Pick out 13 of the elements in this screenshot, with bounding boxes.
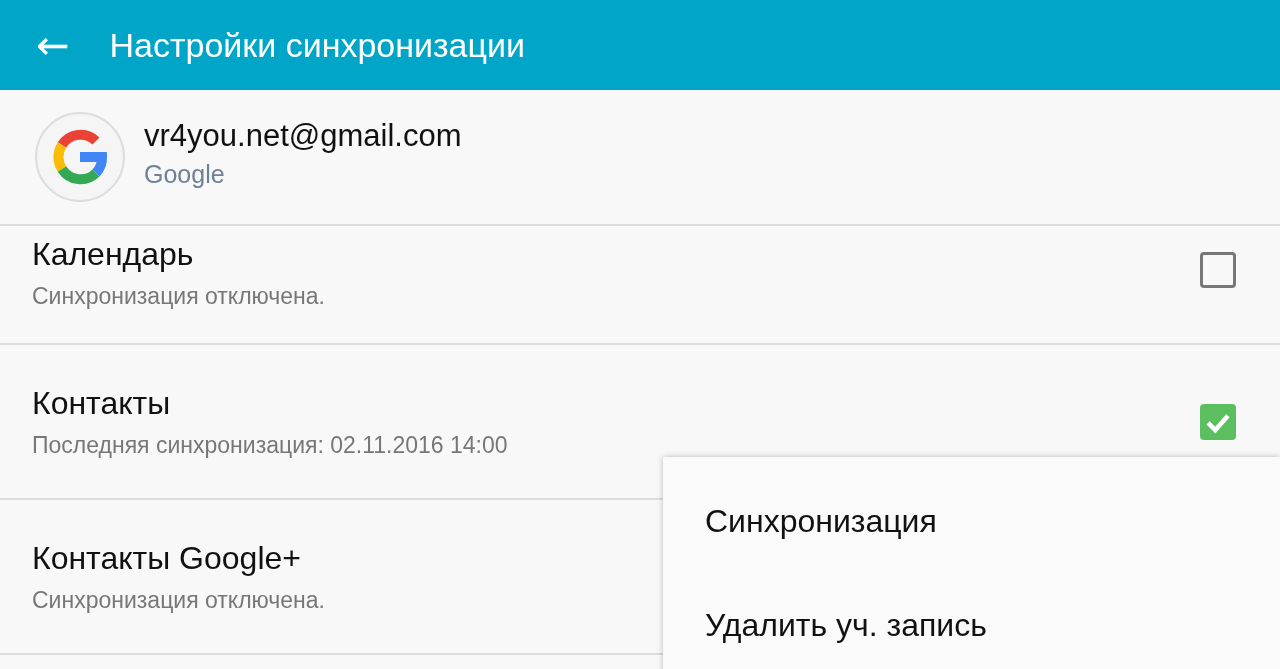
checkbox[interactable]	[1200, 252, 1236, 288]
menu-item[interactable]: Синхронизация	[663, 469, 1280, 573]
screen-title: Настройки синхронизации	[109, 25, 525, 65]
account-type: Google	[144, 159, 226, 189]
sync-item-title[interactable]: Календарь	[32, 236, 1200, 273]
sync-item-title[interactable]: Контакты	[32, 384, 1200, 422]
google-logo-icon	[34, 111, 126, 203]
sync-item-status: Синхронизация отключена.	[32, 283, 326, 310]
checkbox[interactable]	[1200, 403, 1236, 440]
sync-item-status: Последняя синхронизация: 02.11.2016 14:00	[32, 431, 509, 459]
account-email: vr4you.net@gmail.com	[144, 117, 462, 154]
menu-item[interactable]: Удалить уч. запись	[663, 573, 1280, 669]
sync-item-status: Синхронизация отключена.	[32, 586, 326, 614]
